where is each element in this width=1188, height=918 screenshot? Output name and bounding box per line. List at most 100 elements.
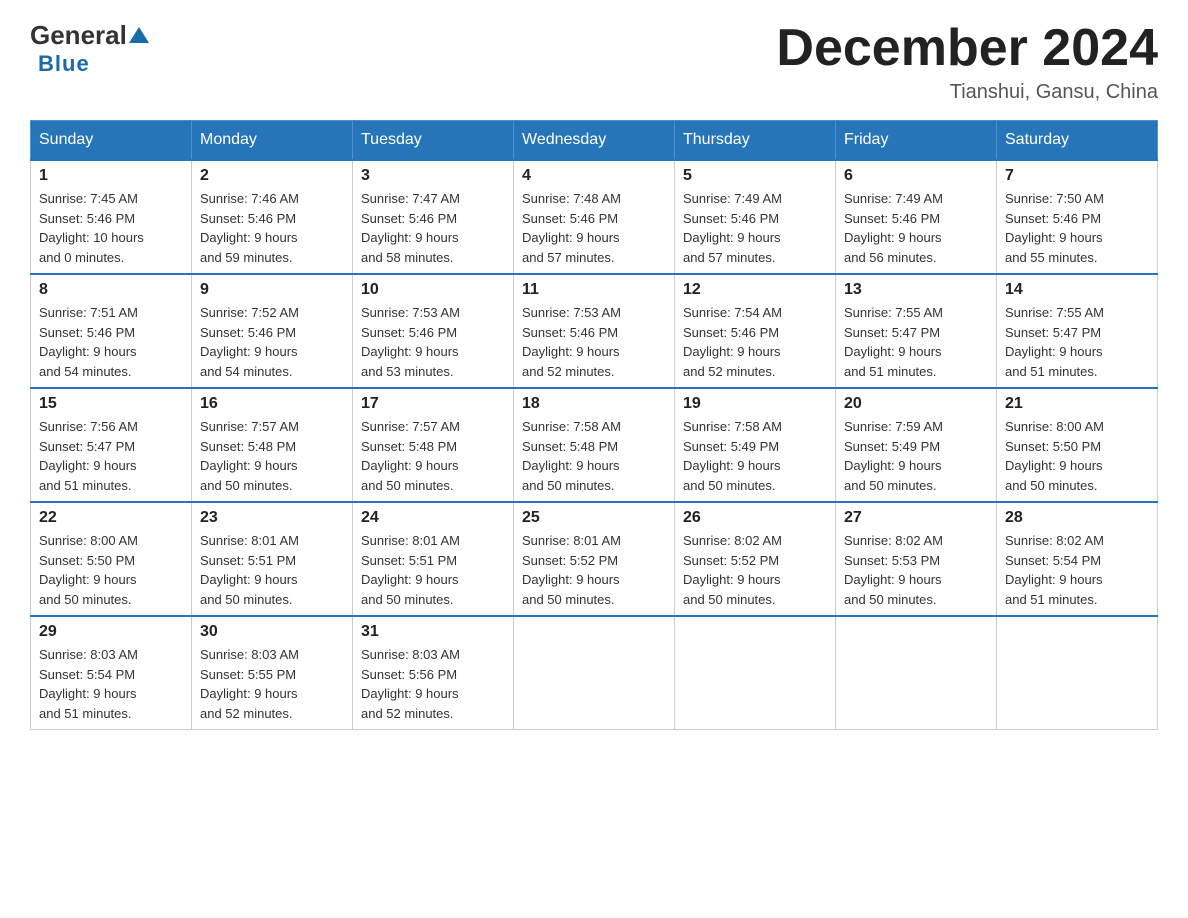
day-info: Sunrise: 7:45 AMSunset: 5:46 PMDaylight:… <box>39 189 183 267</box>
table-row: 2 Sunrise: 7:46 AMSunset: 5:46 PMDaylight… <box>192 160 353 274</box>
table-row: 12 Sunrise: 7:54 AMSunset: 5:46 PMDayligh… <box>675 274 836 388</box>
day-info: Sunrise: 8:03 AMSunset: 5:54 PMDaylight:… <box>39 645 183 723</box>
col-saturday: Saturday <box>997 121 1158 161</box>
day-number: 13 <box>844 281 988 299</box>
day-number: 18 <box>522 395 666 413</box>
day-number: 30 <box>200 623 344 641</box>
day-number: 1 <box>39 167 183 185</box>
day-number: 2 <box>200 167 344 185</box>
table-row: 13 Sunrise: 7:55 AMSunset: 5:47 PMDayligh… <box>836 274 997 388</box>
day-info: Sunrise: 7:49 AMSunset: 5:46 PMDaylight:… <box>844 189 988 267</box>
table-row: 27 Sunrise: 8:02 AMSunset: 5:53 PMDayligh… <box>836 502 997 616</box>
logo-general-text: General <box>30 20 127 51</box>
day-number: 14 <box>1005 281 1149 299</box>
table-row: 18 Sunrise: 7:58 AMSunset: 5:48 PMDayligh… <box>514 388 675 502</box>
day-info: Sunrise: 7:58 AMSunset: 5:48 PMDaylight:… <box>522 417 666 495</box>
day-number: 23 <box>200 509 344 527</box>
day-number: 8 <box>39 281 183 299</box>
col-friday: Friday <box>836 121 997 161</box>
day-number: 12 <box>683 281 827 299</box>
day-info: Sunrise: 7:58 AMSunset: 5:49 PMDaylight:… <box>683 417 827 495</box>
day-info: Sunrise: 7:50 AMSunset: 5:46 PMDaylight:… <box>1005 189 1149 267</box>
day-info: Sunrise: 8:02 AMSunset: 5:54 PMDaylight:… <box>1005 531 1149 609</box>
day-info: Sunrise: 7:46 AMSunset: 5:46 PMDaylight:… <box>200 189 344 267</box>
day-number: 10 <box>361 281 505 299</box>
table-row: 7 Sunrise: 7:50 AMSunset: 5:46 PMDaylight… <box>997 160 1158 274</box>
calendar-week-row: 22Sunrise: 8:00 AMSunset: 5:50 PMDayligh… <box>31 502 1158 616</box>
table-row: 26Sunrise: 8:02 AMSunset: 5:52 PMDayligh… <box>675 502 836 616</box>
table-row: 21Sunrise: 8:00 AMSunset: 5:50 PMDayligh… <box>997 388 1158 502</box>
day-info: Sunrise: 8:02 AMSunset: 5:53 PMDaylight:… <box>844 531 988 609</box>
col-tuesday: Tuesday <box>353 121 514 161</box>
table-row: 4Sunrise: 7:48 AMSunset: 5:46 PMDaylight… <box>514 160 675 274</box>
day-number: 28 <box>1005 509 1149 527</box>
table-row: 28 Sunrise: 8:02 AMSunset: 5:54 PMDayligh… <box>997 502 1158 616</box>
day-number: 9 <box>200 281 344 299</box>
day-info: Sunrise: 7:53 AMSunset: 5:46 PMDaylight:… <box>361 303 505 381</box>
day-number: 15 <box>39 395 183 413</box>
calendar-week-row: 1 Sunrise: 7:45 AMSunset: 5:46 PMDaylight… <box>31 160 1158 274</box>
day-number: 7 <box>1005 167 1149 185</box>
day-info: Sunrise: 7:56 AMSunset: 5:47 PMDaylight:… <box>39 417 183 495</box>
day-number: 17 <box>361 395 505 413</box>
day-number: 26 <box>683 509 827 527</box>
day-number: 20 <box>844 395 988 413</box>
day-info: Sunrise: 7:52 AMSunset: 5:46 PMDaylight:… <box>200 303 344 381</box>
col-monday: Monday <box>192 121 353 161</box>
day-number: 27 <box>844 509 988 527</box>
day-info: Sunrise: 8:01 AMSunset: 5:52 PMDaylight:… <box>522 531 666 609</box>
col-sunday: Sunday <box>31 121 192 161</box>
day-info: Sunrise: 7:57 AMSunset: 5:48 PMDaylight:… <box>200 417 344 495</box>
day-info: Sunrise: 8:03 AMSunset: 5:55 PMDaylight:… <box>200 645 344 723</box>
day-info: Sunrise: 7:55 AMSunset: 5:47 PMDaylight:… <box>844 303 988 381</box>
table-row: 31 Sunrise: 8:03 AMSunset: 5:56 PMDayligh… <box>353 616 514 730</box>
day-number: 11 <box>522 281 666 299</box>
table-row <box>675 616 836 730</box>
day-info: Sunrise: 7:51 AMSunset: 5:46 PMDaylight:… <box>39 303 183 381</box>
day-info: Sunrise: 8:01 AMSunset: 5:51 PMDaylight:… <box>361 531 505 609</box>
logo-blue-text: Blue <box>38 51 90 76</box>
table-row <box>514 616 675 730</box>
calendar-week-row: 29 Sunrise: 8:03 AMSunset: 5:54 PMDayligh… <box>31 616 1158 730</box>
day-info: Sunrise: 7:49 AMSunset: 5:46 PMDaylight:… <box>683 189 827 267</box>
day-number: 25 <box>522 509 666 527</box>
day-number: 22 <box>39 509 183 527</box>
day-info: Sunrise: 7:47 AMSunset: 5:46 PMDaylight:… <box>361 189 505 267</box>
day-info: Sunrise: 7:53 AMSunset: 5:46 PMDaylight:… <box>522 303 666 381</box>
col-wednesday: Wednesday <box>514 121 675 161</box>
logo: General Blue <box>30 20 151 77</box>
logo-triangle-icon <box>128 25 150 47</box>
day-number: 29 <box>39 623 183 641</box>
calendar-header-row: Sunday Monday Tuesday Wednesday Thursday… <box>31 121 1158 161</box>
table-row <box>836 616 997 730</box>
day-number: 31 <box>361 623 505 641</box>
calendar-week-row: 15 Sunrise: 7:56 AMSunset: 5:47 PMDayligh… <box>31 388 1158 502</box>
title-section: December 2024 Tianshui, Gansu, China <box>776 20 1158 104</box>
day-number: 16 <box>200 395 344 413</box>
day-number: 21 <box>1005 395 1149 413</box>
table-row: 5 Sunrise: 7:49 AMSunset: 5:46 PMDaylight… <box>675 160 836 274</box>
table-row: 20 Sunrise: 7:59 AMSunset: 5:49 PMDayligh… <box>836 388 997 502</box>
day-info: Sunrise: 7:57 AMSunset: 5:48 PMDaylight:… <box>361 417 505 495</box>
day-info: Sunrise: 8:03 AMSunset: 5:56 PMDaylight:… <box>361 645 505 723</box>
table-row: 1 Sunrise: 7:45 AMSunset: 5:46 PMDaylight… <box>31 160 192 274</box>
table-row: 8 Sunrise: 7:51 AMSunset: 5:46 PMDaylight… <box>31 274 192 388</box>
table-row: 22Sunrise: 8:00 AMSunset: 5:50 PMDayligh… <box>31 502 192 616</box>
day-number: 5 <box>683 167 827 185</box>
day-info: Sunrise: 7:54 AMSunset: 5:46 PMDaylight:… <box>683 303 827 381</box>
table-row: 24Sunrise: 8:01 AMSunset: 5:51 PMDayligh… <box>353 502 514 616</box>
table-row: 6 Sunrise: 7:49 AMSunset: 5:46 PMDaylight… <box>836 160 997 274</box>
table-row: 17 Sunrise: 7:57 AMSunset: 5:48 PMDayligh… <box>353 388 514 502</box>
table-row: 19 Sunrise: 7:58 AMSunset: 5:49 PMDayligh… <box>675 388 836 502</box>
day-number: 19 <box>683 395 827 413</box>
day-number: 6 <box>844 167 988 185</box>
table-row: 30 Sunrise: 8:03 AMSunset: 5:55 PMDayligh… <box>192 616 353 730</box>
day-info: Sunrise: 7:55 AMSunset: 5:47 PMDaylight:… <box>1005 303 1149 381</box>
table-row: 16 Sunrise: 7:57 AMSunset: 5:48 PMDayligh… <box>192 388 353 502</box>
day-info: Sunrise: 7:48 AMSunset: 5:46 PMDaylight:… <box>522 189 666 267</box>
table-row: 9 Sunrise: 7:52 AMSunset: 5:46 PMDaylight… <box>192 274 353 388</box>
table-row: 23Sunrise: 8:01 AMSunset: 5:51 PMDayligh… <box>192 502 353 616</box>
day-info: Sunrise: 7:59 AMSunset: 5:49 PMDaylight:… <box>844 417 988 495</box>
table-row: 10 Sunrise: 7:53 AMSunset: 5:46 PMDayligh… <box>353 274 514 388</box>
table-row: 3Sunrise: 7:47 AMSunset: 5:46 PMDaylight… <box>353 160 514 274</box>
